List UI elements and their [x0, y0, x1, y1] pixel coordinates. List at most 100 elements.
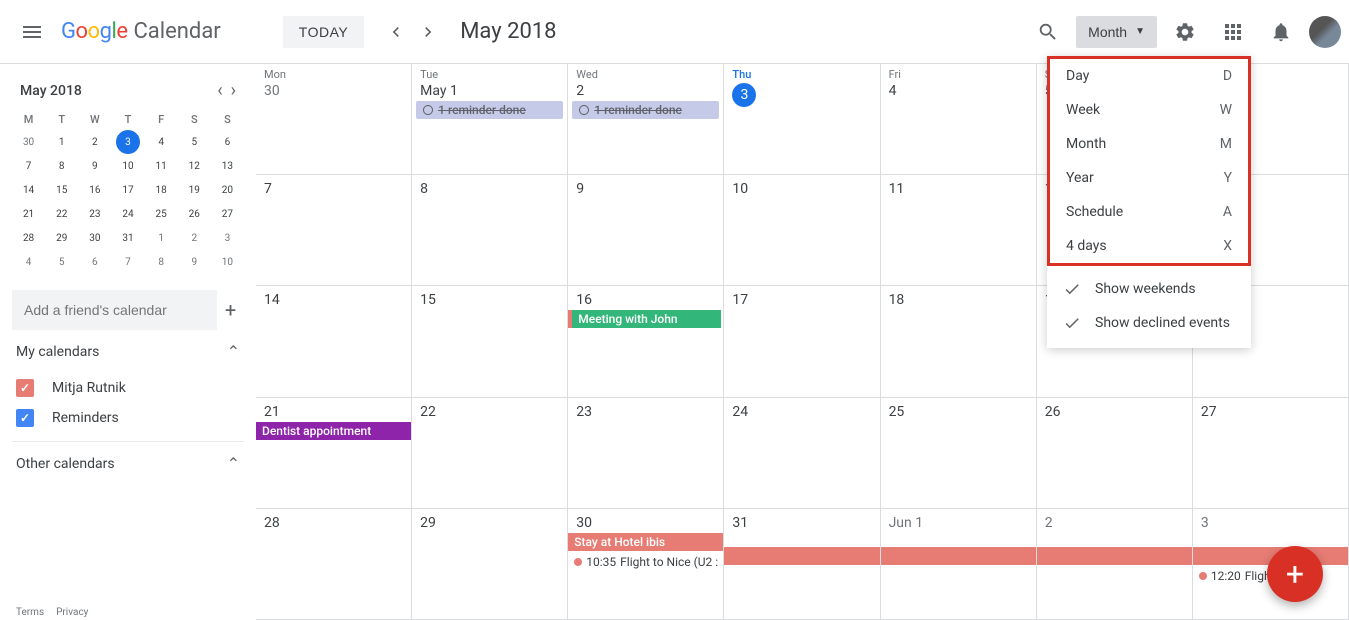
mini-day[interactable]: 21 [12, 202, 45, 226]
mini-day[interactable]: 12 [178, 154, 211, 178]
search-button[interactable] [1028, 12, 1068, 52]
day-cell[interactable]: 8 [412, 175, 568, 286]
mini-day[interactable]: 5 [45, 250, 78, 274]
mini-day[interactable]: 9 [178, 250, 211, 274]
event[interactable]: Stay at Hotel ibis [568, 533, 724, 551]
day-cell[interactable]: 27 [1193, 398, 1349, 509]
mini-day[interactable]: 5 [178, 130, 211, 154]
settings-button[interactable] [1165, 12, 1205, 52]
view-switcher-button[interactable]: Month▼ [1076, 16, 1157, 48]
calendar-item[interactable]: ✓Mitja Rutnik [12, 373, 244, 403]
mini-day[interactable]: 2 [78, 130, 111, 154]
mini-day[interactable]: 7 [12, 154, 45, 178]
add-calendar-button[interactable]: + [217, 292, 244, 328]
mini-day[interactable]: 24 [111, 202, 144, 226]
mini-day[interactable]: 25 [145, 202, 178, 226]
day-cell[interactable]: Mon30 [256, 64, 412, 175]
mini-day[interactable]: 1 [45, 130, 78, 154]
mini-day[interactable]: 11 [145, 154, 178, 178]
terms-link[interactable]: Terms [16, 607, 44, 618]
mini-day[interactable]: 2 [178, 226, 211, 250]
mini-day[interactable]: 4 [12, 250, 45, 274]
day-cell[interactable]: 26 [1037, 398, 1193, 509]
show-declined-toggle[interactable]: Show declined events [1047, 306, 1251, 340]
event[interactable]: 1 reminder done [572, 101, 719, 119]
day-cell[interactable]: 15 [412, 286, 568, 397]
day-cell[interactable]: 18 [881, 286, 1037, 397]
day-cell[interactable]: 29 [412, 509, 568, 620]
mini-day[interactable]: 18 [145, 178, 178, 202]
logo[interactable]: Google Calendar [60, 19, 221, 44]
mini-day[interactable]: 1 [145, 226, 178, 250]
mini-day[interactable]: 29 [45, 226, 78, 250]
main-menu-button[interactable] [8, 8, 56, 56]
view-option[interactable]: MonthM [1050, 127, 1248, 161]
event[interactable]: Meeting with John [568, 310, 721, 328]
mini-day[interactable]: 31 [111, 226, 144, 250]
calendar-checkbox[interactable]: ✓ [16, 379, 34, 397]
mini-day[interactable]: 17 [111, 178, 144, 202]
mini-day[interactable]: 10 [211, 250, 244, 274]
day-cell[interactable]: 24 [724, 398, 880, 509]
day-cell[interactable]: 14 [256, 286, 412, 397]
mini-prev-button[interactable]: ‹ [217, 80, 222, 101]
mini-day[interactable]: 23 [78, 202, 111, 226]
mini-day[interactable]: 22 [45, 202, 78, 226]
mini-day[interactable]: 16 [78, 178, 111, 202]
mini-day[interactable]: 15 [45, 178, 78, 202]
create-event-fab[interactable]: + [1267, 546, 1323, 602]
day-cell[interactable]: 30Stay at Hotel ibis10:35 Flight to Nice… [568, 509, 724, 620]
mini-day[interactable]: 30 [12, 130, 45, 154]
event[interactable] [1037, 547, 1193, 565]
day-cell[interactable]: 22 [412, 398, 568, 509]
view-option[interactable]: DayD [1050, 59, 1248, 93]
day-cell[interactable]: Fri4 [881, 64, 1037, 175]
show-weekends-toggle[interactable]: Show weekends [1047, 272, 1251, 306]
account-avatar[interactable] [1309, 16, 1341, 48]
day-cell[interactable]: 25 [881, 398, 1037, 509]
view-option[interactable]: 4 daysX [1050, 229, 1248, 263]
event[interactable] [881, 547, 1037, 565]
my-calendars-header[interactable]: My calendars ⌃ [12, 330, 244, 373]
calendar-item[interactable]: ✓Reminders [12, 403, 244, 433]
day-cell[interactable]: 7 [256, 175, 412, 286]
day-cell[interactable]: 31 [724, 509, 880, 620]
apps-button[interactable] [1213, 12, 1253, 52]
mini-day[interactable]: 6 [211, 130, 244, 154]
day-cell[interactable]: 9 [568, 175, 724, 286]
mini-day[interactable]: 10 [111, 154, 144, 178]
day-cell[interactable]: 23 [568, 398, 724, 509]
day-cell[interactable]: Thu3 [724, 64, 880, 175]
mini-day[interactable]: 8 [45, 154, 78, 178]
mini-day[interactable]: 7 [111, 250, 144, 274]
view-option[interactable]: ScheduleA [1050, 195, 1248, 229]
day-cell[interactable]: 28 [256, 509, 412, 620]
event[interactable] [724, 547, 880, 565]
day-cell[interactable]: 21Dentist appointment [256, 398, 412, 509]
notifications-button[interactable] [1261, 12, 1301, 52]
day-cell[interactable]: 10 [724, 175, 880, 286]
mini-day[interactable]: 30 [78, 226, 111, 250]
event[interactable]: Dentist appointment [256, 422, 412, 440]
mini-day[interactable]: 27 [211, 202, 244, 226]
mini-next-button[interactable]: › [231, 80, 236, 101]
mini-day[interactable]: 20 [211, 178, 244, 202]
event[interactable]: 1 reminder done [416, 101, 563, 119]
mini-day[interactable]: 14 [12, 178, 45, 202]
day-cell[interactable]: Wed21 reminder done [568, 64, 724, 175]
day-cell[interactable]: 17 [724, 286, 880, 397]
event[interactable]: 10:35 Flight to Nice (U2 : [568, 553, 723, 571]
view-option[interactable]: YearY [1050, 161, 1248, 195]
day-cell[interactable]: 11 [881, 175, 1037, 286]
day-cell[interactable]: 16Meeting with John [568, 286, 724, 397]
mini-day[interactable]: 19 [178, 178, 211, 202]
mini-calendar[interactable]: MTWTFSS301234567891011121314151617181920… [12, 109, 244, 274]
other-calendars-header[interactable]: Other calendars ⌃ [12, 441, 244, 485]
calendar-checkbox[interactable]: ✓ [16, 409, 34, 427]
mini-day[interactable]: 26 [178, 202, 211, 226]
mini-day[interactable]: 3 [211, 226, 244, 250]
mini-day[interactable]: 3 [111, 130, 144, 154]
mini-day[interactable]: 9 [78, 154, 111, 178]
prev-month-button[interactable] [380, 16, 412, 48]
today-button[interactable]: TODAY [283, 16, 364, 48]
